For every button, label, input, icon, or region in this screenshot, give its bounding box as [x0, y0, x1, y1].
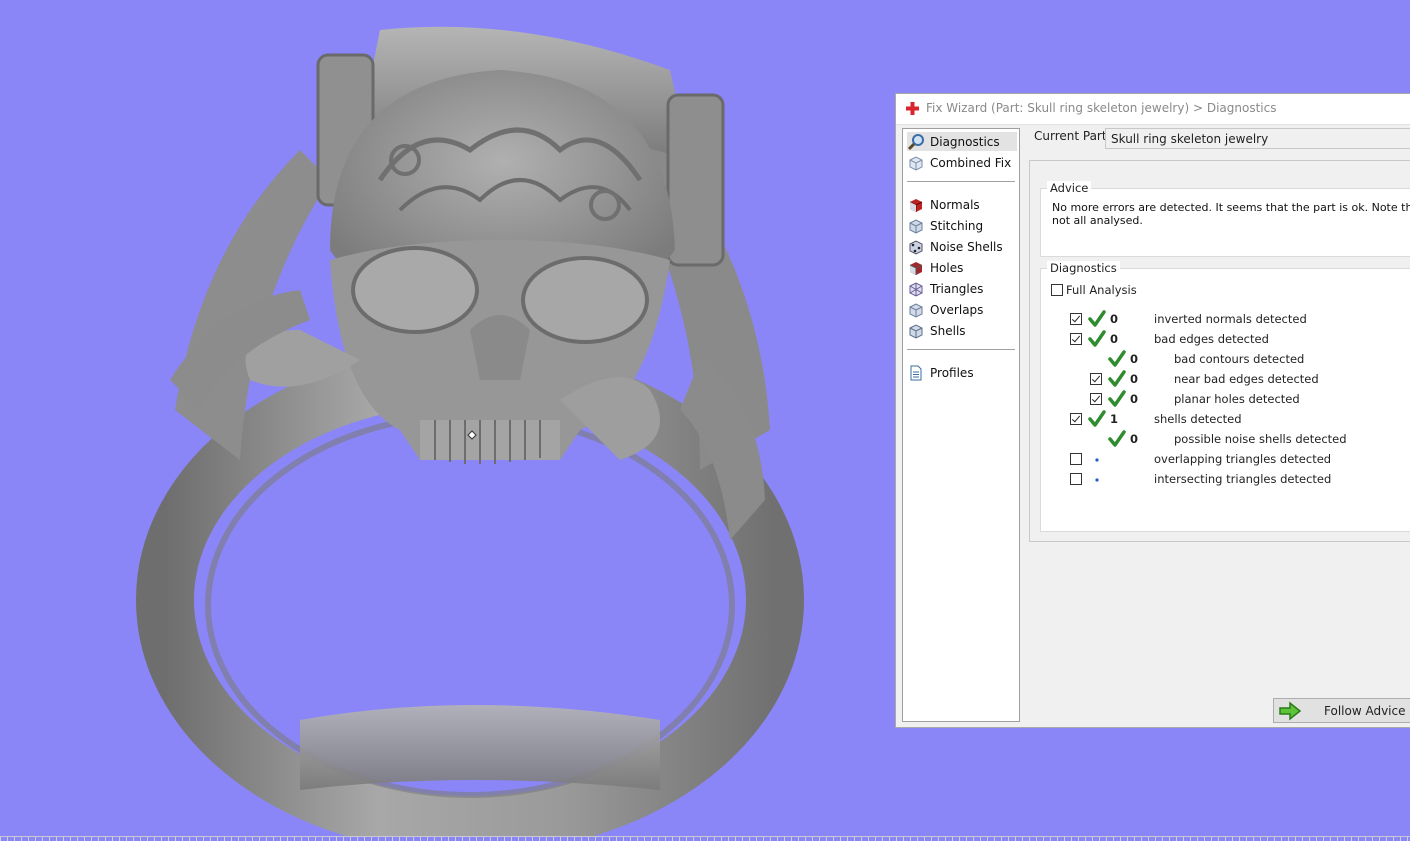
main-panel: Advice No more errors are detected. It s… [1029, 160, 1410, 542]
overlaps-cube-icon [907, 301, 925, 319]
current-part-label: Current Part: [1034, 129, 1111, 143]
diagnostic-checkbox[interactable] [1070, 453, 1082, 465]
green-check-icon [1108, 390, 1126, 407]
current-part-field[interactable]: Skull ring skeleton jewelry [1105, 128, 1410, 149]
medical-cross-icon [906, 102, 919, 115]
nav-separator [907, 181, 1015, 182]
nav-label-profiles: Profiles [930, 365, 974, 380]
nav-item-triangles[interactable]: Triangles [907, 279, 1017, 298]
green-check-icon [1088, 330, 1106, 347]
nav-item-diagnostics[interactable]: Diagnostics [907, 132, 1017, 151]
diagnostic-checkbox[interactable] [1070, 473, 1082, 485]
diagnostic-label: near bad edges detected [1174, 372, 1319, 386]
nav-item-overlaps[interactable]: Overlaps [907, 300, 1017, 319]
diagnostic-checkbox[interactable] [1070, 313, 1082, 325]
wizard-sidebar: Diagnostics Combined Fix Normals Stitchi… [902, 128, 1020, 722]
diagnostic-count: 1 [1110, 412, 1119, 426]
magnifier-icon [907, 133, 925, 151]
cube-outline-icon [907, 154, 925, 172]
holes-cube-icon [907, 259, 925, 277]
nav-label-noise-shells: Noise Shells [930, 239, 1003, 254]
nav-item-holes[interactable]: Holes [907, 258, 1017, 277]
diagnostic-checkbox[interactable] [1090, 373, 1102, 385]
pending-dot-icon [1095, 458, 1099, 462]
advice-title: Advice [1047, 181, 1092, 195]
diagnostic-label: intersecting triangles detected [1154, 472, 1332, 486]
diagnostic-count: 0 [1130, 392, 1139, 406]
diagnostic-row: 0 planar holes detected [1041, 390, 1410, 408]
green-check-icon [1108, 370, 1126, 387]
diagnostic-count: 0 [1130, 372, 1139, 386]
noise-shells-icon [907, 238, 925, 256]
nav-label-triangles: Triangles [930, 281, 984, 296]
nav-label-diagnostics: Diagnostics [930, 134, 1000, 149]
green-check-icon [1088, 310, 1106, 327]
diagnostic-label: bad contours detected [1174, 352, 1305, 366]
dialog-titlebar[interactable]: Fix Wizard (Part: Skull ring skeleton je… [896, 94, 1410, 125]
document-icon [907, 364, 925, 382]
dialog-title: Fix Wizard (Part: Skull ring skeleton je… [926, 101, 1277, 115]
diagnostic-count: 0 [1130, 432, 1139, 446]
full-analysis-checkbox[interactable] [1051, 284, 1063, 296]
nav-item-profiles[interactable]: Profiles [907, 363, 1017, 382]
diagnostic-row: 0 near bad edges detected [1041, 370, 1410, 388]
diagnostic-label: planar holes detected [1174, 392, 1300, 406]
pending-dot-icon [1095, 478, 1099, 482]
advice-group: Advice No more errors are detected. It s… [1040, 181, 1410, 257]
diagnostic-row: 1 shells detected [1041, 410, 1410, 428]
green-arrow-icon [1279, 701, 1302, 721]
nav-item-shells[interactable]: Shells [907, 321, 1017, 340]
nav-item-normals[interactable]: Normals [907, 195, 1017, 214]
green-check-icon [1108, 430, 1126, 447]
nav-separator [907, 349, 1015, 350]
diagnostics-group: Diagnostics Full Analysis 0 inverted norm… [1040, 261, 1410, 532]
nav-label-combined-fix: Combined Fix [930, 155, 1012, 170]
diagnostic-row: overlapping triangles detected [1041, 450, 1410, 468]
triangles-cube-icon [907, 280, 925, 298]
diagnostic-label: bad edges detected [1154, 332, 1269, 346]
normals-cube-icon [907, 196, 925, 214]
diagnostic-count: 0 [1110, 312, 1119, 326]
diagnostic-row: 0 bad edges detected [1041, 330, 1410, 348]
nav-item-combined-fix[interactable]: Combined Fix [907, 153, 1017, 172]
diagnostic-label: possible noise shells detected [1174, 432, 1347, 446]
diagnostics-title: Diagnostics [1047, 261, 1120, 275]
nav-item-stitching[interactable]: Stitching [907, 216, 1017, 235]
viewport-ruler [0, 836, 1410, 841]
diagnostic-label: overlapping triangles detected [1154, 452, 1332, 466]
diagnostic-count: 0 [1130, 352, 1139, 366]
nav-label-overlaps: Overlaps [930, 302, 984, 317]
green-check-icon [1108, 350, 1126, 367]
stitching-cube-icon [907, 217, 925, 235]
diagnostic-count: 0 [1110, 332, 1119, 346]
diagnostic-row: 0 bad contours detected [1041, 350, 1410, 368]
shells-cube-icon [907, 322, 925, 340]
diagnostic-row: 0 possible noise shells detected [1041, 430, 1410, 448]
nav-label-normals: Normals [930, 197, 980, 212]
nav-label-shells: Shells [930, 323, 966, 338]
nav-label-holes: Holes [930, 260, 964, 275]
fix-wizard-dialog: Fix Wizard (Part: Skull ring skeleton je… [895, 93, 1410, 728]
nav-item-noise-shells[interactable]: Noise Shells [907, 237, 1017, 256]
full-analysis-label: Full Analysis [1066, 283, 1137, 297]
diagnostic-row: 0 inverted normals detected [1041, 310, 1410, 328]
diagnostic-checkbox[interactable] [1090, 393, 1102, 405]
diagnostic-row: intersecting triangles detected [1041, 470, 1410, 488]
nav-label-stitching: Stitching [930, 218, 984, 233]
diagnostic-checkbox[interactable] [1070, 333, 1082, 345]
diagnostic-checkbox[interactable] [1070, 413, 1082, 425]
follow-advice-label: Follow Advice [1324, 704, 1406, 718]
advice-text: No more errors are detected. It seems th… [1052, 201, 1410, 227]
green-check-icon [1088, 410, 1106, 427]
diagnostic-label: inverted normals detected [1154, 312, 1307, 326]
follow-advice-button[interactable]: Follow Advice [1273, 698, 1410, 723]
diagnostic-label: shells detected [1154, 412, 1242, 426]
